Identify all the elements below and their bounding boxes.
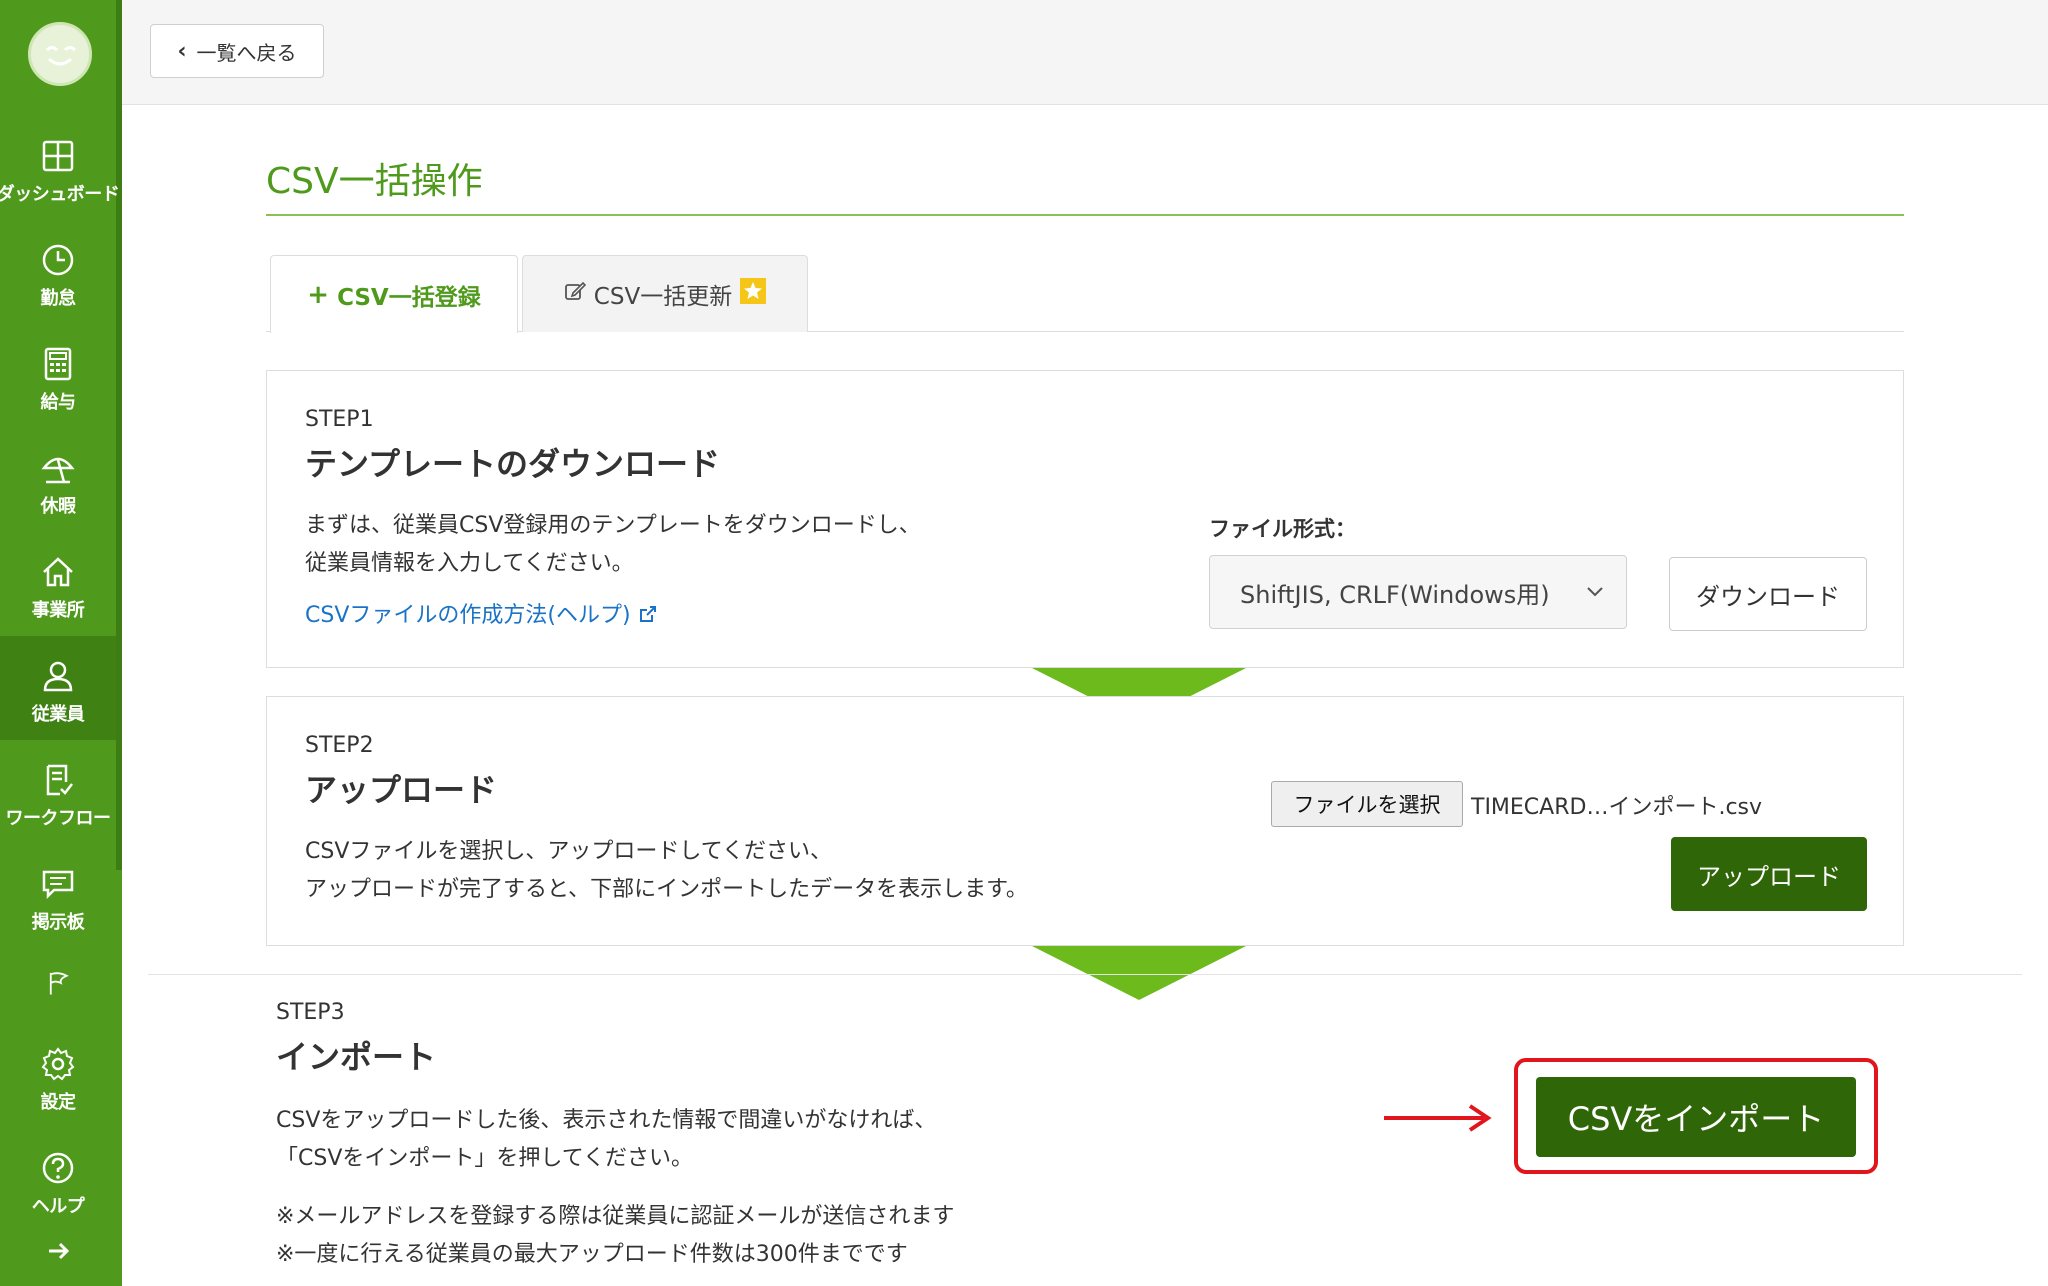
step1-title: テンプレートのダウンロード [305,445,721,483]
file-format-label: ファイル形式： [1209,517,1356,541]
nav-item-dashboard[interactable]: ダッシュボード [0,116,120,220]
choose-file-button[interactable]: ファイルを選択 [1271,781,1463,827]
top-bar: ‹ 一覧へ戻る [122,0,2048,105]
gear-icon [41,1047,75,1081]
tab-label: CSV一括更新 [593,284,733,310]
nav-label: 掲示板 [31,912,85,933]
nav-item-help[interactable]: ヘルプ [0,1128,116,1232]
back-to-list-button[interactable]: ‹ 一覧へ戻る [150,24,324,78]
nav-item-flag[interactable] [0,948,116,996]
clock-icon [42,244,74,276]
desc-line: アップロードが完了すると、下部にインポートしたデータを表示します。 [305,877,1028,902]
selected-file-name: TIMECARD…インポート.csv [1471,795,1763,820]
step3-title: インポート [276,1038,437,1076]
user-icon [43,661,73,692]
desc-line: まずは、従業員CSV登録用のテンプレートをダウンロードし、 [305,513,921,538]
chat-icon [42,870,74,900]
nav-label: 休暇 [40,496,77,517]
note-line: ※メールアドレスを登録する際は従業員に認証メールが送信されます [276,1204,955,1229]
step2-label: STEP2 [305,733,374,758]
csv-help-link[interactable]: CSVファイルの作成方法(ヘルプ) [305,597,658,629]
nav-label: 従業員 [31,704,85,725]
annotation-arrow-icon [1384,1104,1492,1132]
step1-description: まずは、従業員CSV登録用のテンプレートをダウンロードし、 従業員情報を入力して… [305,507,921,583]
nav-item-attendance[interactable]: 勤怠 [0,220,116,324]
nav-label: ワークフロー [5,808,112,829]
file-format-select[interactable]: ShiftJIS, CRLF(Windows用) [1209,555,1627,629]
plus-icon: + [307,279,330,310]
parasol-icon [41,457,75,484]
nav-item-office[interactable]: 事業所 [0,532,116,636]
step1-panel: STEP1 テンプレートのダウンロード まずは、従業員CSV登録用のテンプレート… [266,370,1904,668]
grid-icon [42,140,74,172]
sidebar: ダッシュボード 勤怠 給与 休暇 事業所 従業員 ワークフロー 掲示板 設定 ヘ… [0,0,122,1286]
nav-item-leave[interactable]: 休暇 [0,428,116,532]
step2-description: CSVファイルを選択し、アップロードしてください、 アップロードが完了すると、下… [305,833,1028,909]
title-divider [266,214,1904,216]
sidebar-footer: 設定 ヘルプ [0,996,122,1286]
step3-notes: ※メールアドレスを登録する際は従業員に認証メールが送信されます ※一度に行える従… [276,1198,954,1274]
home-icon [43,557,73,587]
flag-icon [49,972,69,995]
nav-label: 事業所 [31,600,85,621]
checklist-icon [46,764,73,796]
step1-label: STEP1 [305,407,374,432]
arrow-right-icon [49,1242,70,1260]
help-link-label: CSVファイルの作成方法(ヘルプ) [305,603,631,628]
nav-label: 勤怠 [40,288,77,309]
desc-line: CSVファイルを選択し、アップロードしてください、 [305,839,833,864]
back-button-label: 一覧へ戻る [196,40,297,65]
step2-title: アップロード [305,771,498,809]
nav-label: 給与 [40,392,77,413]
edit-icon [564,280,586,308]
nav-label: ダッシュボード [0,184,120,205]
step2-panel: STEP2 アップロード CSVファイルを選択し、アップロードしてください、 ア… [266,696,1904,946]
tab-label: CSV一括登録 [337,284,481,311]
nav-label: 設定 [40,1092,77,1113]
tab-csv-bulk-register[interactable]: + CSV一括登録 [270,255,518,333]
nav-label: ヘルプ [31,1196,85,1217]
calculator-icon [44,347,72,381]
sidebar-scrollbar[interactable] [116,0,122,870]
upload-button[interactable]: アップロード [1671,837,1867,911]
chevron-down-icon [1587,587,1603,597]
step-arrow-down-icon [1032,946,1246,1000]
nav-item-workflow[interactable]: ワークフロー [0,740,116,844]
expand-sidebar-button[interactable] [46,1238,72,1268]
selected-format: ShiftJIS, CRLF(Windows用) [1240,580,1550,609]
nav-item-settings[interactable]: 設定 [0,1024,116,1128]
nav-item-bulletin[interactable]: 掲示板 [0,844,116,948]
step3-label: STEP3 [276,1000,345,1025]
import-csv-button[interactable]: CSVをインポート [1536,1077,1856,1157]
step3-description: CSVをアップロードした後、表示された情報で間違いがなければ、 「CSVをインポ… [276,1102,936,1178]
note-line: ※一度に行える従業員の最大アップロード件数は300件までです [276,1242,908,1267]
desc-line: 「CSVをインポート」を押してください。 [276,1146,694,1171]
tab-csv-bulk-update[interactable]: CSV一括更新 [522,255,808,332]
help-icon [42,1152,74,1184]
app-logo[interactable] [28,22,92,86]
chevron-left-icon: ‹ [177,38,187,64]
nav-item-payroll[interactable]: 給与 [0,324,116,428]
desc-line: 従業員情報を入力してください。 [305,551,634,576]
smiley-logo-icon [45,46,77,66]
page-title: CSV一括操作 [266,161,483,202]
desc-line: CSVをアップロードした後、表示された情報で間違いがなければ、 [276,1108,937,1133]
step3-divider [148,974,2022,975]
external-link-icon [639,606,656,622]
premium-star-icon [740,278,767,310]
nav-item-employees[interactable]: 従業員 [0,636,116,740]
download-button[interactable]: ダウンロード [1669,557,1867,631]
